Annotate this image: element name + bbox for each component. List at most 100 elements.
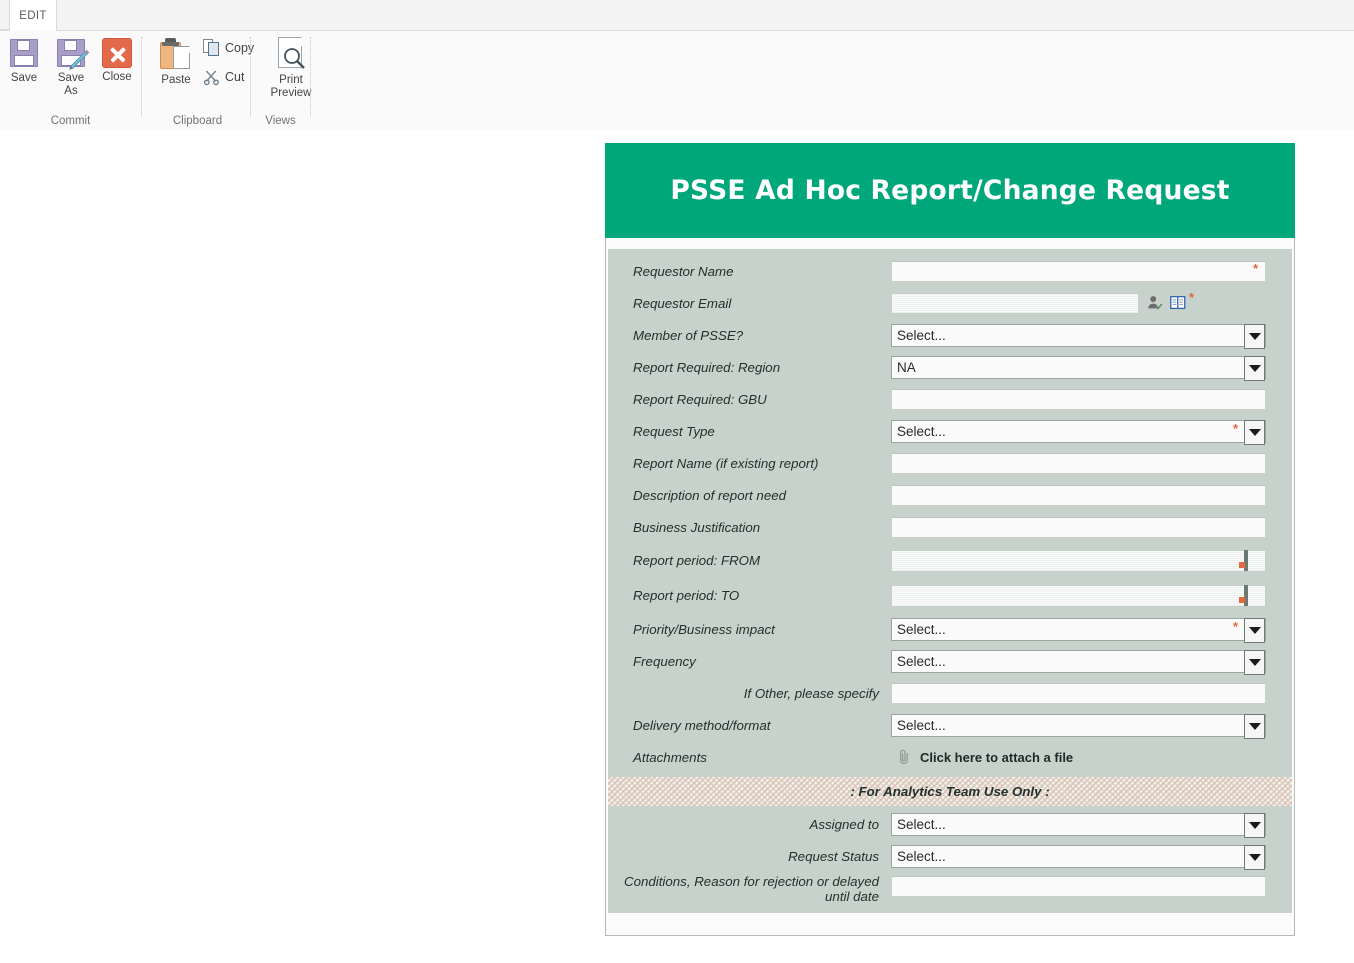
ribbon-group-commit: Save Save As Close Commit xyxy=(0,31,141,130)
form-body: Requestor Name * Requestor Email * Membe… xyxy=(608,249,1292,914)
label-report-region: Report Required: Region xyxy=(633,359,781,375)
save-button[interactable]: Save xyxy=(5,37,43,85)
label-request-type: Request Type xyxy=(633,423,715,439)
field-row-requestor-email: Requestor Email * xyxy=(608,287,1292,319)
calendar-icon-to[interactable] xyxy=(1239,584,1263,606)
ribbon: EDIT Save Save As Close Commit Paste Cop… xyxy=(0,0,1354,130)
attach-file-link[interactable]: Click here to attach a file xyxy=(891,748,1292,766)
chevron-down-icon[interactable] xyxy=(1244,844,1265,870)
cut-button-label: Cut xyxy=(225,70,245,84)
label-if-other: If Other, please specify xyxy=(743,685,879,701)
label-assigned-to: Assigned to xyxy=(809,816,879,832)
label-business-justification: Business Justification xyxy=(633,519,761,535)
ribbon-group-clipboard-title: Clipboard xyxy=(172,115,223,127)
required-marker: * xyxy=(1233,420,1239,436)
assigned-to-value: Select... xyxy=(897,816,946,832)
conditions-input[interactable] xyxy=(891,876,1266,897)
required-marker: * xyxy=(1189,289,1195,305)
label-requestor-email: Requestor Email xyxy=(633,295,732,311)
ribbon-group-views: Print Preview Views xyxy=(252,31,312,130)
save-as-button[interactable]: Save As xyxy=(52,37,90,98)
group-divider xyxy=(141,37,142,117)
form-header: PSSE Ad Hoc Report/Change Request xyxy=(605,143,1295,238)
report-region-value: NA xyxy=(897,359,916,375)
page-title: PSSE Ad Hoc Report/Change Request xyxy=(670,175,1230,206)
delivery-method-select[interactable]: Select... xyxy=(891,713,1266,739)
requestor-email-input[interactable] xyxy=(891,292,1139,314)
label-frequency: Frequency xyxy=(633,653,696,669)
paste-button[interactable]: Paste xyxy=(154,37,198,87)
report-name-input[interactable] xyxy=(891,452,1266,474)
ribbon-group-commit-title: Commit xyxy=(50,115,91,127)
request-type-select[interactable]: Select... xyxy=(891,419,1266,445)
chevron-down-icon[interactable] xyxy=(1244,323,1265,349)
check-names-icon[interactable] xyxy=(1146,294,1164,312)
close-button[interactable]: Close xyxy=(98,37,136,84)
copy-button[interactable]: Copy xyxy=(203,39,254,57)
print-preview-icon xyxy=(274,37,308,71)
business-justification-input[interactable] xyxy=(891,516,1266,538)
field-row-member-of-psse: Member of PSSE? Select... xyxy=(608,319,1292,351)
attach-file-label: Click here to attach a file xyxy=(920,749,1074,765)
request-status-select[interactable]: Select... xyxy=(891,844,1266,870)
report-gbu-input[interactable] xyxy=(891,388,1266,410)
label-member-of-psse: Member of PSSE? xyxy=(633,327,744,343)
field-row-description: Description of report need xyxy=(608,479,1292,511)
requestor-name-input[interactable] xyxy=(891,260,1266,282)
field-row-frequency: Frequency Select... xyxy=(608,645,1292,677)
scissors-icon xyxy=(203,70,219,86)
address-book-icon[interactable] xyxy=(1169,294,1187,312)
field-row-attachments: Attachments Click here to attach a file xyxy=(608,741,1292,773)
field-row-request-type: Request Type Select... * xyxy=(608,415,1292,447)
floppy-disk-icon xyxy=(8,37,40,69)
calendar-icon-from[interactable] xyxy=(1239,549,1263,571)
form-footer xyxy=(606,913,1294,935)
save-as-button-label: Save As xyxy=(57,72,85,97)
tab-edit[interactable]: EDIT xyxy=(9,0,57,31)
required-marker: * xyxy=(1253,260,1259,276)
period-from-input[interactable] xyxy=(891,549,1266,572)
label-report-name: Report Name (if existing report) xyxy=(633,455,819,471)
print-preview-button-label: Print Preview xyxy=(270,74,312,99)
chevron-down-icon[interactable] xyxy=(1244,812,1265,838)
group-divider xyxy=(250,37,251,117)
field-row-request-status: Request Status Select... xyxy=(608,840,1292,872)
frequency-select[interactable]: Select... xyxy=(891,649,1266,675)
description-input[interactable] xyxy=(891,484,1266,506)
field-row-report-region: Report Required: Region NA xyxy=(608,351,1292,383)
field-row-report-gbu: Report Required: GBU xyxy=(608,383,1292,415)
chevron-down-icon[interactable] xyxy=(1244,649,1265,675)
assigned-to-select[interactable]: Select... xyxy=(891,812,1266,838)
people-picker-buttons: * xyxy=(1146,289,1197,312)
chevron-down-icon[interactable] xyxy=(1244,713,1265,739)
group-divider xyxy=(310,37,311,117)
label-attachments: Attachments xyxy=(633,749,707,765)
pencil-icon xyxy=(69,49,90,70)
report-region-select[interactable]: NA xyxy=(891,355,1266,381)
analytics-team-banner: : For Analytics Team Use Only : xyxy=(608,777,1292,806)
ribbon-group-clipboard: Paste Copy Cut Clipboard xyxy=(146,31,254,130)
field-row-delivery-method: Delivery method/format Select... xyxy=(608,709,1292,741)
chevron-down-icon[interactable] xyxy=(1244,419,1265,445)
label-period-from: Report period: FROM xyxy=(633,553,761,568)
field-row-report-name: Report Name (if existing report) xyxy=(608,447,1292,479)
required-marker: * xyxy=(1233,618,1239,634)
label-report-gbu: Report Required: GBU xyxy=(633,391,767,407)
period-to-input[interactable] xyxy=(891,584,1266,607)
copy-icon xyxy=(203,39,220,57)
chevron-down-icon[interactable] xyxy=(1244,355,1265,381)
priority-select[interactable]: Select... xyxy=(891,617,1266,643)
paperclip-icon xyxy=(900,749,908,765)
ribbon-group-views-title: Views xyxy=(265,115,296,127)
if-other-input[interactable] xyxy=(891,682,1266,704)
label-conditions: Conditions, Reason for rejection or dela… xyxy=(623,874,879,904)
chevron-down-icon[interactable] xyxy=(1244,617,1265,643)
label-requestor-name: Requestor Name xyxy=(633,263,734,279)
field-row-period-to: Report period: TO xyxy=(608,578,1292,613)
cut-button[interactable]: Cut xyxy=(203,68,244,86)
member-of-psse-select[interactable]: Select... xyxy=(891,323,1266,349)
label-delivery-method: Delivery method/format xyxy=(633,717,771,733)
save-button-label: Save xyxy=(10,72,38,84)
field-row-assigned-to: Assigned to Select... xyxy=(608,808,1292,840)
field-row-period-from: Report period: FROM xyxy=(608,543,1292,578)
